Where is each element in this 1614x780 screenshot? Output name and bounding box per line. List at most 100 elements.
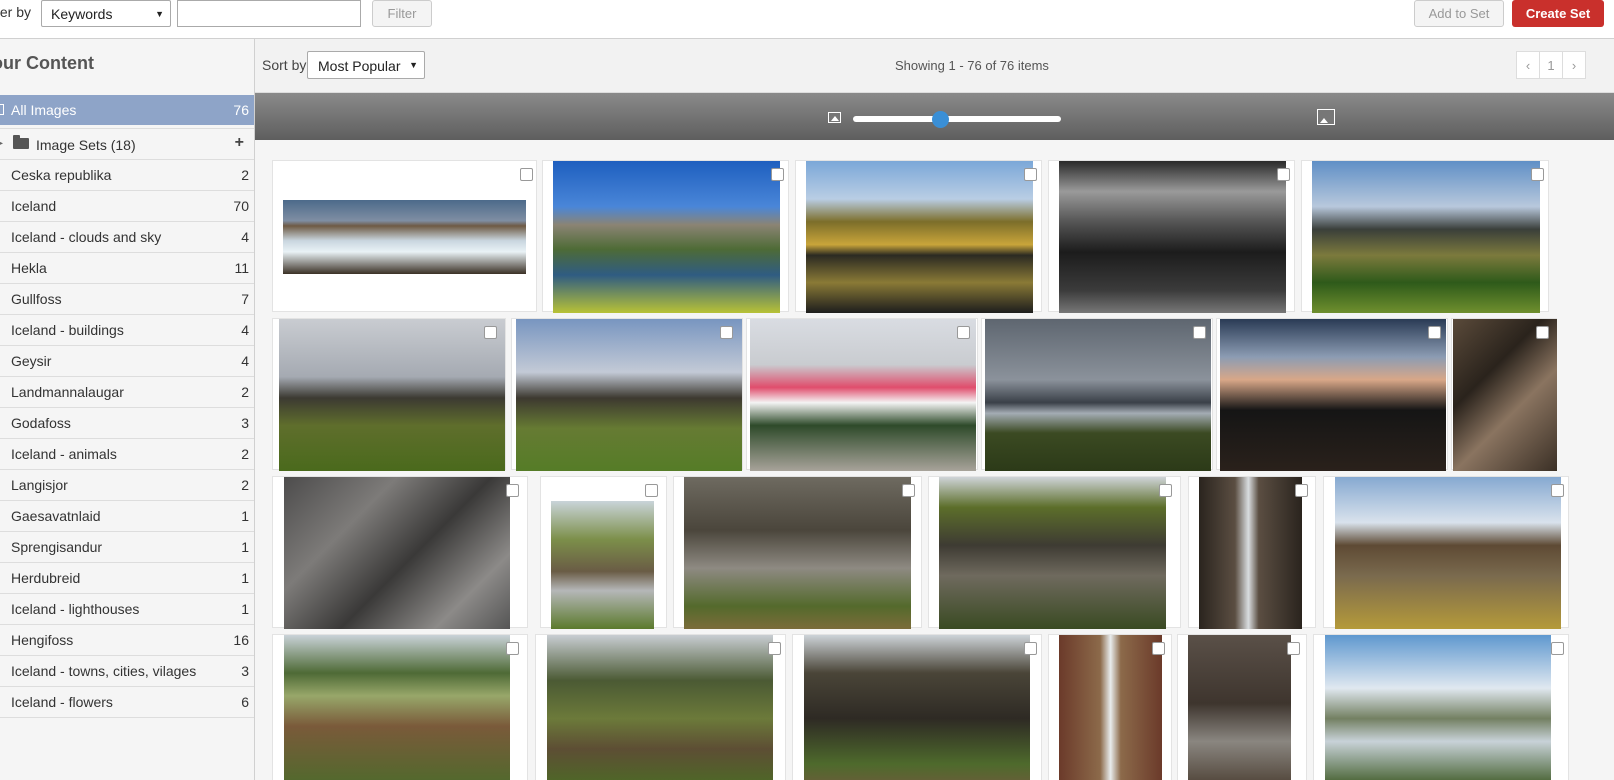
select-checkbox[interactable] [771, 168, 784, 181]
pagination: ‹ 1 › [1516, 51, 1586, 79]
sidebar-item-set[interactable]: Gullfoss 7 [0, 284, 254, 315]
sidebar-item-set[interactable]: Iceland - lighthouses 1 [0, 594, 254, 625]
sidebar-item-set[interactable]: Iceland - flowers 6 [0, 687, 254, 718]
select-checkbox[interactable] [1152, 642, 1165, 655]
select-checkbox[interactable] [645, 484, 658, 497]
image-thumbnail[interactable] [1188, 476, 1316, 629]
select-checkbox[interactable] [902, 484, 915, 497]
image-thumbnail[interactable] [1451, 318, 1557, 471]
filter-field-select[interactable]: Keywords ▼ [41, 0, 171, 27]
image-thumbnail[interactable] [272, 634, 528, 780]
sidebar-item-set[interactable]: Iceland - buildings 4 [0, 315, 254, 346]
add-to-set-button[interactable]: Add to Set [1414, 0, 1504, 27]
image-thumbnail[interactable] [272, 160, 537, 312]
image-thumbnail[interactable] [1177, 634, 1307, 780]
sidebar-item-all-images[interactable]: All Images 76 [0, 95, 254, 125]
chevron-down-icon: ▼ [155, 8, 164, 19]
select-checkbox[interactable] [1551, 484, 1564, 497]
set-label: Landmannalaugar [11, 384, 124, 400]
photo [547, 635, 773, 780]
image-thumbnail[interactable] [1048, 634, 1172, 780]
image-sets-header[interactable]: ▸ Image Sets (18) + [0, 128, 254, 160]
select-checkbox[interactable] [1551, 642, 1564, 655]
select-checkbox[interactable] [1024, 642, 1037, 655]
set-label: Iceland - lighthouses [11, 601, 140, 617]
select-checkbox[interactable] [520, 168, 533, 181]
set-count: 4 [241, 229, 249, 245]
photo [804, 635, 1030, 780]
image-set-list: Ceska republika 2 Iceland 70 Iceland - clo… [0, 160, 254, 718]
image-thumbnail[interactable] [272, 476, 528, 629]
image-thumbnail[interactable] [792, 634, 1042, 780]
select-checkbox[interactable] [1536, 326, 1549, 339]
select-checkbox[interactable] [506, 642, 519, 655]
sidebar-item-set[interactable]: Godafoss 3 [0, 408, 254, 439]
image-thumbnail[interactable] [1216, 318, 1448, 471]
sidebar-item-set[interactable]: Hengifoss 16 [0, 625, 254, 656]
select-checkbox[interactable] [1024, 168, 1037, 181]
select-checkbox[interactable] [1531, 168, 1544, 181]
image-thumbnail[interactable] [540, 476, 667, 629]
select-checkbox[interactable] [484, 326, 497, 339]
select-checkbox[interactable] [720, 326, 733, 339]
image-small-icon[interactable] [828, 112, 841, 123]
select-checkbox[interactable] [506, 484, 519, 497]
image-thumbnail[interactable] [981, 318, 1213, 471]
set-count: 4 [241, 353, 249, 369]
main-content: Sort by: Most Popular ▼ Showing 1 - 76 o… [255, 39, 1614, 780]
next-page-button[interactable]: › [1562, 51, 1586, 79]
image-thumbnail[interactable] [795, 160, 1042, 313]
select-checkbox[interactable] [957, 326, 970, 339]
set-label: Sprengisandur [11, 539, 103, 555]
image-thumbnail[interactable] [1313, 634, 1569, 780]
image-thumbnail[interactable] [673, 476, 922, 629]
select-checkbox[interactable] [1428, 326, 1441, 339]
photo [283, 200, 526, 274]
sidebar-item-set[interactable]: Iceland - towns, cities, vilages 3 [0, 656, 254, 687]
prev-page-button[interactable]: ‹ [1516, 51, 1540, 79]
image-thumbnail[interactable] [746, 318, 978, 471]
set-count: 2 [241, 446, 249, 462]
sidebar-item-set[interactable]: Geysir 4 [0, 346, 254, 377]
select-checkbox[interactable] [1295, 484, 1308, 497]
sidebar-item-set[interactable]: Hekla 11 [0, 253, 254, 284]
create-set-button[interactable]: Create Set [1512, 0, 1604, 27]
sidebar-item-set[interactable]: Ceska republika 2 [0, 160, 254, 191]
page-number-button[interactable]: 1 [1539, 51, 1563, 79]
set-label: Ceska republika [11, 167, 112, 183]
chevron-right-icon: ▸ [0, 138, 4, 149]
sidebar-item-set[interactable]: Herdubreid 1 [0, 563, 254, 594]
sidebar-item-set[interactable]: Langisjor 2 [0, 470, 254, 501]
set-label: Godafoss [11, 415, 71, 431]
image-thumbnail[interactable] [272, 318, 506, 471]
sidebar-item-set[interactable]: Landmannalaugar 2 [0, 377, 254, 408]
select-checkbox[interactable] [1277, 168, 1290, 181]
select-checkbox[interactable] [1193, 326, 1206, 339]
zoom-slider[interactable] [853, 111, 1061, 128]
image-thumbnail[interactable] [511, 318, 743, 471]
select-checkbox[interactable] [768, 642, 781, 655]
image-thumbnail[interactable] [1048, 160, 1295, 313]
plus-icon[interactable]: + [235, 134, 244, 152]
sidebar-item-set[interactable]: Sprengisandur 1 [0, 532, 254, 563]
image-thumbnail[interactable] [535, 634, 786, 780]
zoom-bar [255, 93, 1614, 140]
image-thumbnail[interactable] [1301, 160, 1549, 313]
image-large-icon[interactable] [1317, 109, 1335, 125]
sidebar-item-set[interactable]: Iceland - animals 2 [0, 439, 254, 470]
sidebar-item-set[interactable]: Iceland 70 [0, 191, 254, 222]
filter-text-input[interactable] [177, 0, 361, 27]
sort-select[interactable]: Most Popular ▼ [307, 51, 425, 79]
image-thumbnail[interactable] [1323, 476, 1569, 629]
select-checkbox[interactable] [1287, 642, 1300, 655]
set-count: 1 [241, 539, 249, 555]
sort-value: Most Popular [318, 58, 401, 74]
sidebar-item-set[interactable]: Iceland - clouds and sky 4 [0, 222, 254, 253]
filter-button[interactable]: Filter [372, 0, 432, 27]
filter-by-label: ter by [0, 4, 32, 20]
select-checkbox[interactable] [1159, 484, 1172, 497]
sidebar-item-set[interactable]: Gaesavatnlaid 1 [0, 501, 254, 532]
image-thumbnail[interactable] [928, 476, 1181, 629]
image-thumbnail[interactable] [542, 160, 789, 313]
zoom-slider-thumb[interactable] [932, 111, 950, 128]
